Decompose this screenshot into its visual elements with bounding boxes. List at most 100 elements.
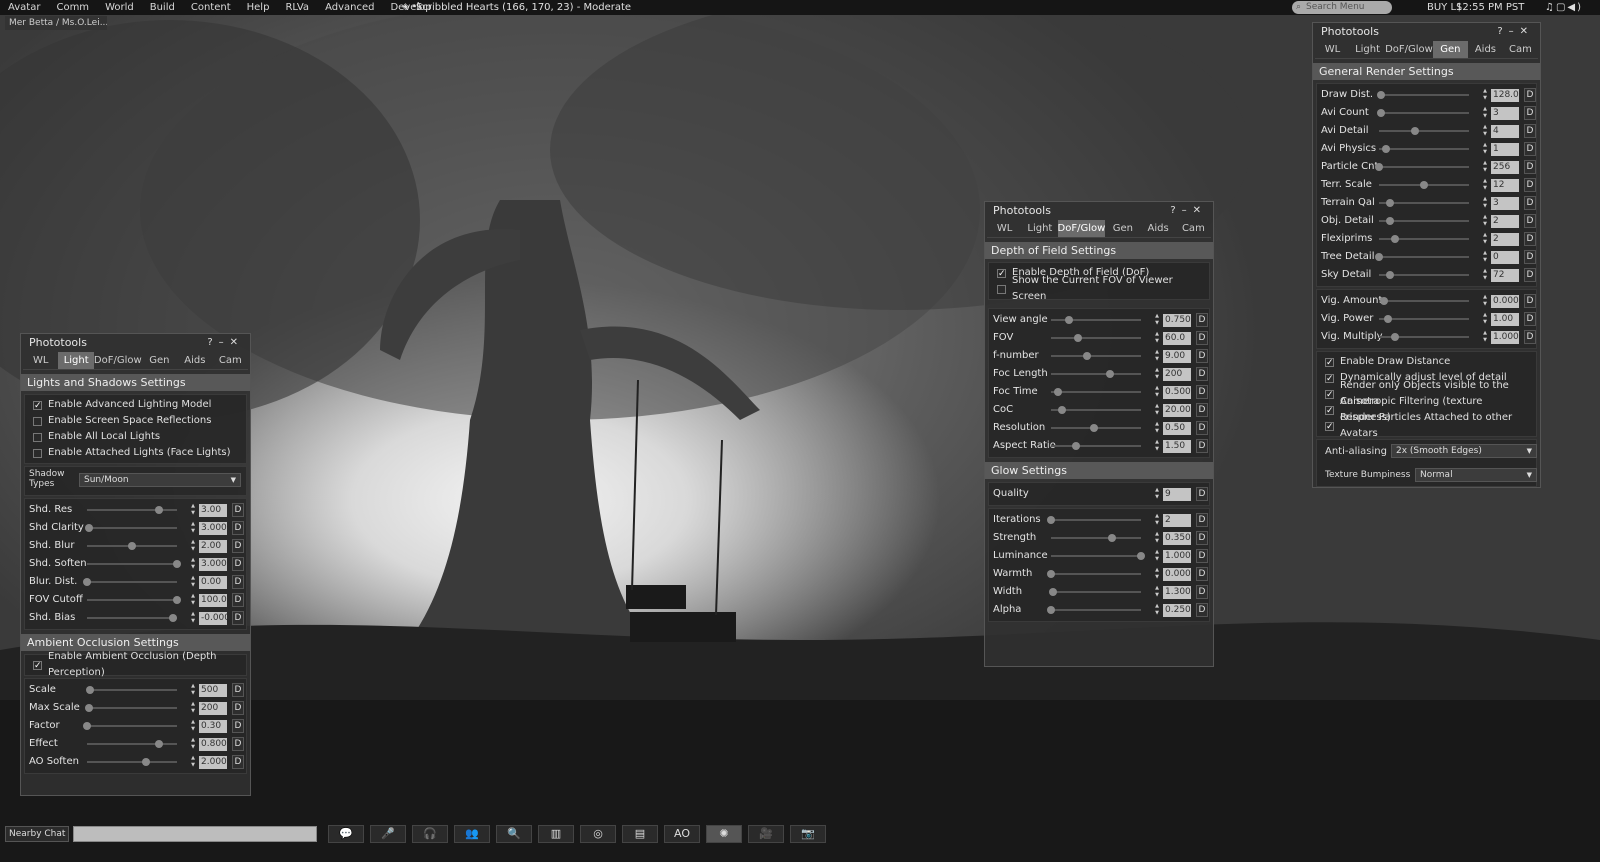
spinner-arrows[interactable]: ▲ ▼ [1153, 331, 1161, 345]
slider-track[interactable] [1375, 163, 1469, 171]
slider-track[interactable] [87, 614, 177, 622]
window-controls[interactable]: ?–✕ [1497, 23, 1534, 41]
slider-thumb[interactable] [1083, 352, 1091, 360]
chat-input[interactable] [73, 826, 317, 842]
spinner-arrows[interactable]: ▲ ▼ [1153, 313, 1161, 327]
slider-thumb[interactable] [1072, 442, 1081, 450]
tab-light[interactable]: Light [1022, 220, 1057, 237]
slider-track[interactable] [87, 740, 177, 748]
search-icon[interactable]: 🔍 [496, 825, 532, 843]
slider-thumb[interactable] [1047, 570, 1055, 578]
value-field[interactable]: 200 [1163, 368, 1191, 381]
slider-track[interactable] [1375, 253, 1469, 261]
menu-content[interactable]: Content [191, 0, 231, 15]
shadow-types-dropdown[interactable]: Sun/Moon ▼ [79, 473, 241, 487]
slider-thumb[interactable] [1057, 406, 1066, 414]
value-field[interactable]: 1.50 [1163, 440, 1191, 453]
default-button[interactable]: D [1196, 331, 1208, 345]
default-button[interactable]: D [1524, 160, 1536, 174]
default-button[interactable]: D [1524, 178, 1536, 192]
value-field[interactable]: 0.000 [1491, 295, 1519, 308]
checkbox[interactable] [33, 448, 42, 458]
default-button[interactable]: D [232, 611, 244, 625]
tab-light[interactable]: Light [58, 352, 94, 369]
checkbox[interactable]: ✓ [1325, 389, 1334, 399]
map-icon[interactable]: ▥ [538, 825, 574, 843]
slider-thumb[interactable] [1380, 297, 1389, 305]
slider-thumb[interactable] [155, 740, 163, 748]
spinner-arrows[interactable]: ▲ ▼ [1481, 178, 1489, 192]
slider-thumb[interactable] [155, 506, 163, 514]
slider-thumb[interactable] [128, 542, 136, 550]
value-field[interactable]: 2 [1491, 233, 1519, 246]
value-field[interactable]: 256 [1491, 161, 1519, 174]
slider-thumb[interactable] [1108, 534, 1117, 542]
slider-thumb[interactable] [1375, 253, 1383, 261]
value-field[interactable]: 1.00 [1491, 313, 1519, 326]
checkbox[interactable]: ✓ [33, 400, 42, 410]
slider-thumb[interactable] [1384, 315, 1392, 323]
value-field[interactable]: 0.30 [199, 720, 227, 733]
spinner-arrows[interactable]: ▲ ▼ [1481, 294, 1489, 308]
value-field[interactable]: 2 [1491, 215, 1519, 228]
checkbox-row[interactable]: Enable Screen Space Reflections [25, 413, 246, 429]
menu-avatar[interactable]: Avatar [8, 0, 40, 15]
spinner-arrows[interactable]: ▲ ▼ [189, 683, 197, 697]
tab-cam[interactable]: Cam [1176, 220, 1211, 237]
tab-dof-glow[interactable]: DoF/Glow [1057, 220, 1106, 237]
slider-thumb[interactable] [173, 596, 181, 604]
checkbox-row[interactable]: Show the Current FOV of Viewer Screen [989, 275, 1209, 302]
spinner-arrows[interactable]: ▲ ▼ [1153, 513, 1161, 527]
value-field[interactable]: 2.000 [199, 756, 227, 769]
inventory-icon[interactable]: ▤ [622, 825, 658, 843]
spinner-arrows[interactable]: ▲ ▼ [1481, 124, 1489, 138]
nav-bar[interactable]: Mer Betta / Ms.O.Lei... [5, 16, 107, 30]
default-button[interactable]: D [1524, 330, 1536, 344]
value-field[interactable]: 3 [1491, 107, 1519, 120]
snapshot-icon[interactable]: 📷 [790, 825, 826, 843]
spinner-arrows[interactable]: ▲ ▼ [1153, 603, 1161, 617]
spinner-arrows[interactable]: ▲ ▼ [189, 575, 197, 589]
media-volume-icons[interactable]: ♫▢◀) [1545, 0, 1583, 15]
slider-track[interactable] [1379, 297, 1469, 305]
slider-thumb[interactable] [1090, 424, 1099, 432]
slider-thumb[interactable] [85, 686, 94, 694]
default-button[interactable]: D [1196, 487, 1208, 501]
value-field[interactable]: 2 [1163, 514, 1191, 527]
value-field[interactable]: 3.000 [199, 522, 227, 535]
radar-icon[interactable]: ◎ [580, 825, 616, 843]
anti-aliasing-dropdown[interactable]: 2x (Smooth Edges) ▼ [1391, 444, 1537, 458]
slider-thumb[interactable] [1391, 235, 1400, 243]
default-button[interactable]: D [1196, 549, 1208, 563]
slider-thumb[interactable] [1385, 199, 1394, 207]
menu-build[interactable]: Build [150, 0, 175, 15]
default-button[interactable]: D [1524, 196, 1536, 210]
slider-thumb[interactable] [1065, 316, 1073, 324]
menu-world[interactable]: World [105, 0, 134, 15]
tab-wl[interactable]: WL [987, 220, 1022, 237]
tab-gen[interactable]: Gen [1432, 41, 1468, 58]
slider-track[interactable] [1051, 406, 1141, 414]
value-field[interactable]: 1.000 [1163, 550, 1191, 563]
tab-aids[interactable]: Aids [1468, 41, 1503, 58]
phototools-icon[interactable]: ✺ [706, 825, 742, 843]
slider-thumb[interactable] [168, 614, 177, 622]
default-button[interactable]: D [1196, 385, 1208, 399]
slider-thumb[interactable] [1054, 388, 1063, 396]
slider-track[interactable] [1051, 370, 1141, 378]
value-field[interactable]: 100.0 [199, 594, 227, 607]
default-button[interactable]: D [232, 503, 244, 517]
window-controls[interactable]: ?–✕ [1170, 202, 1207, 220]
slider-thumb[interactable] [1420, 181, 1428, 189]
tab-dof-glow[interactable]: DoF/Glow [1385, 41, 1433, 58]
value-field[interactable]: 0.000 [1163, 568, 1191, 581]
slider-thumb[interactable] [1074, 334, 1082, 342]
slider-thumb[interactable] [141, 758, 150, 766]
default-button[interactable]: D [1524, 142, 1536, 156]
spinner-arrows[interactable]: ▲ ▼ [1481, 88, 1489, 102]
spinner-arrows[interactable]: ▲ ▼ [1153, 367, 1161, 381]
texture-bumpiness-dropdown[interactable]: Normal ▼ [1415, 468, 1537, 482]
microphone-icon[interactable]: 🎤 [370, 825, 406, 843]
slider-thumb[interactable] [1376, 109, 1385, 117]
default-button[interactable]: D [1524, 214, 1536, 228]
